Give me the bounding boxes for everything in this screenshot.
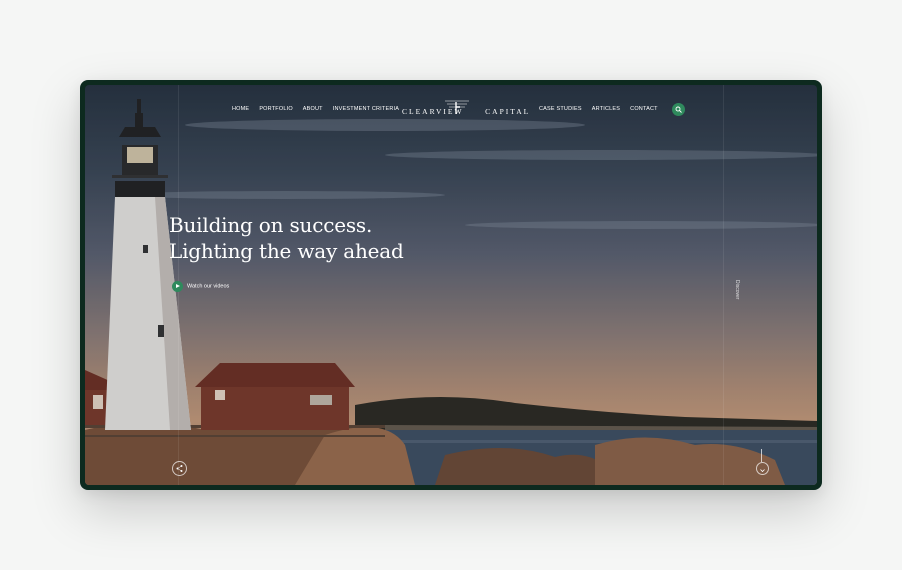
scroll-line <box>761 449 762 462</box>
share-icon <box>176 465 183 472</box>
nav-portfolio[interactable]: PORTFOLIO <box>259 106 292 112</box>
main-nav-left: HOME PORTFOLIO ABOUT INVESTMENT CRITERIA <box>232 106 409 112</box>
search-icon <box>675 106 682 113</box>
play-icon <box>172 281 183 292</box>
nav-case-studies[interactable]: CASE STUDIES <box>539 106 582 112</box>
scroll-down-button[interactable] <box>756 462 769 475</box>
logo-text-right: CAPITAL <box>485 107 531 116</box>
hero-line-2: Lighting the way ahead <box>169 239 404 263</box>
nav-articles[interactable]: ARTICLES <box>592 106 620 112</box>
discover-side-label[interactable]: Discover <box>734 280 740 299</box>
watch-videos-label: Watch our videos <box>187 283 230 290</box>
nav-investment-criteria[interactable]: INVESTMENT CRITERIA <box>333 106 399 112</box>
hero-line-1: Building on success. <box>169 213 373 237</box>
watch-videos-link[interactable]: Watch our videos <box>172 281 229 292</box>
share-button[interactable] <box>172 461 187 476</box>
nav-home[interactable]: HOME <box>232 106 249 112</box>
nav-contact[interactable]: CONTACT <box>630 106 658 112</box>
hero-section: HOME PORTFOLIO ABOUT INVESTMENT CRITERIA CL… <box>85 85 817 485</box>
hero-heading: Building on success. Lighting the way ah… <box>169 212 404 264</box>
search-button[interactable] <box>672 103 685 116</box>
main-nav-right: CASE STUDIES ARTICLES CONTACT <box>539 106 668 112</box>
arrow-down-icon <box>760 469 765 473</box>
site-logo[interactable]: CLEARVIEW CAPITAL <box>402 107 530 116</box>
device-frame: HOME PORTFOLIO ABOUT INVESTMENT CRITERIA CL… <box>80 80 822 490</box>
grid-line <box>723 85 724 485</box>
logo-text-left: CLEARVIEW <box>402 107 464 116</box>
nav-about[interactable]: ABOUT <box>303 106 323 112</box>
